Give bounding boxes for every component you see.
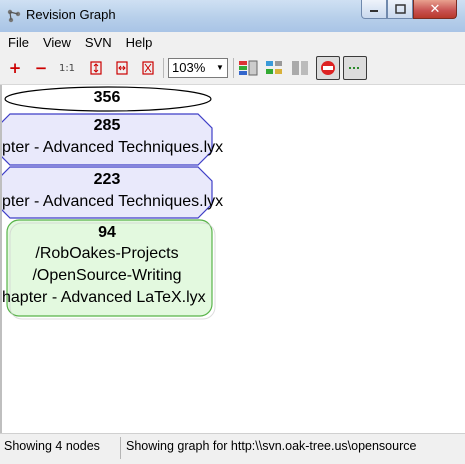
close-button[interactable]: ✕ — [413, 0, 457, 19]
menu-help[interactable]: Help — [118, 35, 159, 50]
zoom-fit-width-button[interactable] — [112, 58, 132, 78]
toolbar: + − 1:1 103% ▼ — [0, 52, 465, 85]
node-count-status: Showing 4 nodes — [4, 439, 100, 453]
show-differences-button[interactable] — [238, 58, 258, 78]
zoom-fit-height-button[interactable] — [86, 58, 106, 78]
filter-deleted-icon — [321, 61, 335, 75]
node-94-revision: 94 — [98, 224, 116, 241]
maximize-button[interactable] — [387, 0, 413, 19]
zoom-in-button[interactable]: + — [5, 58, 25, 78]
node-285-revision: 285 — [93, 117, 121, 134]
node-94-path-line-3: hapter - Advanced LaTeX.lyx — [2, 289, 206, 306]
status-divider — [120, 437, 121, 459]
filter-deleted-button[interactable] — [316, 56, 340, 80]
chevron-down-icon[interactable]: ▼ — [213, 59, 227, 77]
zoom-value: 103% — [172, 60, 206, 75]
minimize-icon — [370, 10, 378, 12]
fold-tags-icon — [292, 61, 308, 75]
menu-file[interactable]: File — [0, 35, 35, 50]
fit-height-icon — [90, 61, 102, 75]
status-bar: Showing 4 nodes Showing graph for http:\… — [0, 433, 465, 464]
fold-tags-button[interactable] — [290, 58, 310, 78]
zoom-in-icon: + — [8, 59, 22, 77]
menu-svn[interactable]: SVN — [77, 35, 118, 50]
node-223-path: pter - Advanced Techniques.lyx — [2, 193, 224, 210]
branch-tags-icon — [266, 61, 282, 74]
dotted-line-icon — [349, 67, 361, 69]
toolbar-separator — [233, 58, 234, 78]
menu-bar: File View SVN Help — [0, 32, 465, 52]
compare-revisions-icon — [239, 60, 258, 76]
zoom-100-button[interactable]: 1:1 — [57, 58, 77, 78]
fit-width-icon — [116, 61, 128, 75]
node-94-path-line-1: /RobOakes-Projects — [35, 245, 179, 262]
zoom-out-button[interactable]: − — [31, 58, 51, 78]
title-bar[interactable]: Revision Graph ✕ — [0, 0, 465, 33]
node-356-revision: 356 — [93, 89, 121, 106]
menu-view[interactable]: View — [35, 35, 77, 50]
zoom-100-label: 1:1 — [58, 62, 76, 74]
maximize-icon — [394, 4, 406, 14]
graph-canvas[interactable]: 356 285 pter - Advanced Techniques.lyx 2… — [0, 85, 465, 433]
window-title: Revision Graph — [26, 7, 116, 22]
close-icon: ✕ — [429, 1, 441, 17]
zoom-fit-button[interactable] — [138, 58, 158, 78]
fit-all-icon — [142, 61, 154, 75]
minimize-button[interactable] — [361, 0, 387, 19]
show-tags-button[interactable] — [264, 58, 284, 78]
show-all-nodes-button[interactable] — [343, 56, 367, 80]
zoom-out-icon: − — [34, 59, 48, 77]
zoom-combo[interactable]: 103% ▼ — [168, 58, 228, 78]
graph-url-status: Showing graph for http:\\svn.oak-tree.us… — [126, 439, 417, 453]
node-285-path: pter - Advanced Techniques.lyx — [2, 139, 224, 156]
revision-graph-icon — [7, 9, 21, 23]
toolbar-separator — [163, 58, 164, 78]
node-223-revision: 223 — [93, 171, 121, 188]
node-94-path-line-2: /OpenSource-Writing — [32, 267, 182, 284]
